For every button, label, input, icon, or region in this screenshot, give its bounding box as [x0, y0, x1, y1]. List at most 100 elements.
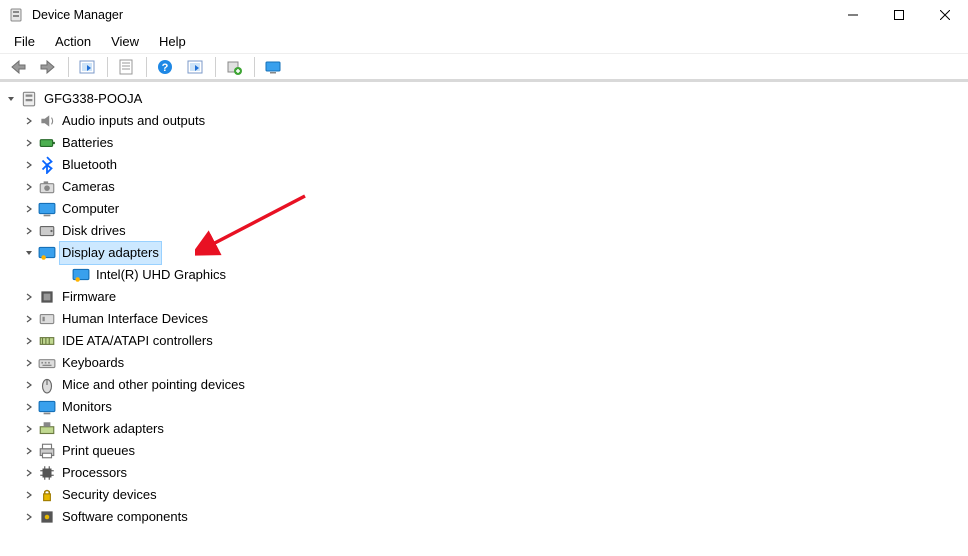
category-label[interactable]: Mice and other pointing devices	[60, 374, 247, 396]
toolbar: ?	[0, 54, 968, 82]
display-adapter-icon	[72, 266, 90, 284]
tree-category[interactable]: Firmware	[0, 286, 968, 308]
category-label[interactable]: Print queues	[60, 440, 137, 462]
computer-icon	[38, 200, 56, 218]
minimize-button[interactable]	[830, 0, 876, 30]
show-hidden-button[interactable]	[73, 55, 101, 79]
tree-category[interactable]: Disk drives	[0, 220, 968, 242]
category-label[interactable]: Security devices	[60, 484, 159, 506]
category-label[interactable]: IDE ATA/ATAPI controllers	[60, 330, 215, 352]
category-label[interactable]: Firmware	[60, 286, 118, 308]
device-label[interactable]: Intel(R) UHD Graphics	[94, 264, 228, 286]
app-icon	[8, 7, 24, 23]
toolbar-separator	[146, 57, 147, 77]
window-title: Device Manager	[32, 8, 123, 22]
chevron-right-icon[interactable]	[22, 488, 36, 502]
chevron-right-icon[interactable]	[22, 312, 36, 326]
category-label[interactable]: Software components	[60, 506, 190, 528]
add-legacy-button[interactable]	[220, 55, 248, 79]
category-label[interactable]: Display adapters	[60, 242, 161, 264]
chevron-right-icon[interactable]	[22, 114, 36, 128]
chevron-right-icon[interactable]	[22, 466, 36, 480]
menu-action[interactable]: Action	[45, 32, 101, 51]
tree-category[interactable]: Software components	[0, 506, 968, 528]
chevron-right-icon[interactable]	[22, 290, 36, 304]
maximize-button[interactable]	[876, 0, 922, 30]
chevron-right-icon[interactable]	[22, 136, 36, 150]
toolbar-separator	[254, 57, 255, 77]
category-label[interactable]: Batteries	[60, 132, 115, 154]
chevron-right-icon[interactable]	[22, 378, 36, 392]
chevron-right-icon[interactable]	[22, 400, 36, 414]
tree-category-display-adapters[interactable]: Display adapters	[0, 242, 968, 264]
chevron-right-icon[interactable]	[22, 334, 36, 348]
chevron-down-icon[interactable]	[22, 246, 36, 260]
firmware-icon	[38, 288, 56, 306]
chevron-right-icon[interactable]	[22, 444, 36, 458]
window-controls	[830, 0, 968, 30]
chevron-right-icon[interactable]	[22, 422, 36, 436]
menubar: File Action View Help	[0, 30, 968, 54]
tree-category[interactable]: Monitors	[0, 396, 968, 418]
tree-category[interactable]: Human Interface Devices	[0, 308, 968, 330]
scan-hardware-button[interactable]	[181, 55, 209, 79]
category-label[interactable]: Cameras	[60, 176, 117, 198]
device-tree[interactable]: GFG338-POOJA Audio inputs and outputs Ba…	[0, 82, 968, 553]
disk-icon	[38, 222, 56, 240]
tree-category[interactable]: Processors	[0, 462, 968, 484]
help-button[interactable]: ?	[151, 55, 179, 79]
security-icon	[38, 486, 56, 504]
tree-category[interactable]: Network adapters	[0, 418, 968, 440]
category-label[interactable]: Monitors	[60, 396, 114, 418]
tree-category[interactable]: Security devices	[0, 484, 968, 506]
battery-icon	[38, 134, 56, 152]
tree-category[interactable]: Keyboards	[0, 352, 968, 374]
printer-icon	[38, 442, 56, 460]
tree-category[interactable]: Bluetooth	[0, 154, 968, 176]
tree-category[interactable]: Computer	[0, 198, 968, 220]
menu-help[interactable]: Help	[149, 32, 196, 51]
computer-icon	[20, 90, 38, 108]
chevron-right-icon[interactable]	[22, 224, 36, 238]
tree-root[interactable]: GFG338-POOJA	[0, 88, 968, 110]
chevron-right-icon[interactable]	[22, 202, 36, 216]
back-button[interactable]	[4, 55, 32, 79]
tree-category[interactable]: Print queues	[0, 440, 968, 462]
menu-file[interactable]: File	[4, 32, 45, 51]
chevron-right-icon[interactable]	[22, 158, 36, 172]
tree-category[interactable]: Audio inputs and outputs	[0, 110, 968, 132]
network-icon	[38, 420, 56, 438]
chevron-right-icon[interactable]	[22, 510, 36, 524]
category-label[interactable]: Network adapters	[60, 418, 166, 440]
camera-icon	[38, 178, 56, 196]
tree-device[interactable]: Intel(R) UHD Graphics	[0, 264, 968, 286]
category-label[interactable]: Computer	[60, 198, 121, 220]
category-label[interactable]: Bluetooth	[60, 154, 119, 176]
processor-icon	[38, 464, 56, 482]
toolbar-separator	[68, 57, 69, 77]
devices-by-connection-button[interactable]	[259, 55, 287, 79]
menu-view[interactable]: View	[101, 32, 149, 51]
tree-category[interactable]: IDE ATA/ATAPI controllers	[0, 330, 968, 352]
tree-category[interactable]: Cameras	[0, 176, 968, 198]
category-label[interactable]: Processors	[60, 462, 129, 484]
audio-icon	[38, 112, 56, 130]
root-label[interactable]: GFG338-POOJA	[42, 88, 144, 110]
category-label[interactable]: Disk drives	[60, 220, 128, 242]
svg-text:?: ?	[162, 62, 169, 74]
chevron-down-icon[interactable]	[4, 92, 18, 106]
close-button[interactable]	[922, 0, 968, 30]
keyboard-icon	[38, 354, 56, 372]
forward-button[interactable]	[34, 55, 62, 79]
chevron-right-icon[interactable]	[22, 356, 36, 370]
category-label[interactable]: Keyboards	[60, 352, 126, 374]
ide-icon	[38, 332, 56, 350]
mouse-icon	[38, 376, 56, 394]
category-label[interactable]: Human Interface Devices	[60, 308, 210, 330]
properties-button[interactable]	[112, 55, 140, 79]
toolbar-separator	[215, 57, 216, 77]
category-label[interactable]: Audio inputs and outputs	[60, 110, 207, 132]
chevron-right-icon[interactable]	[22, 180, 36, 194]
tree-category[interactable]: Mice and other pointing devices	[0, 374, 968, 396]
tree-category[interactable]: Batteries	[0, 132, 968, 154]
